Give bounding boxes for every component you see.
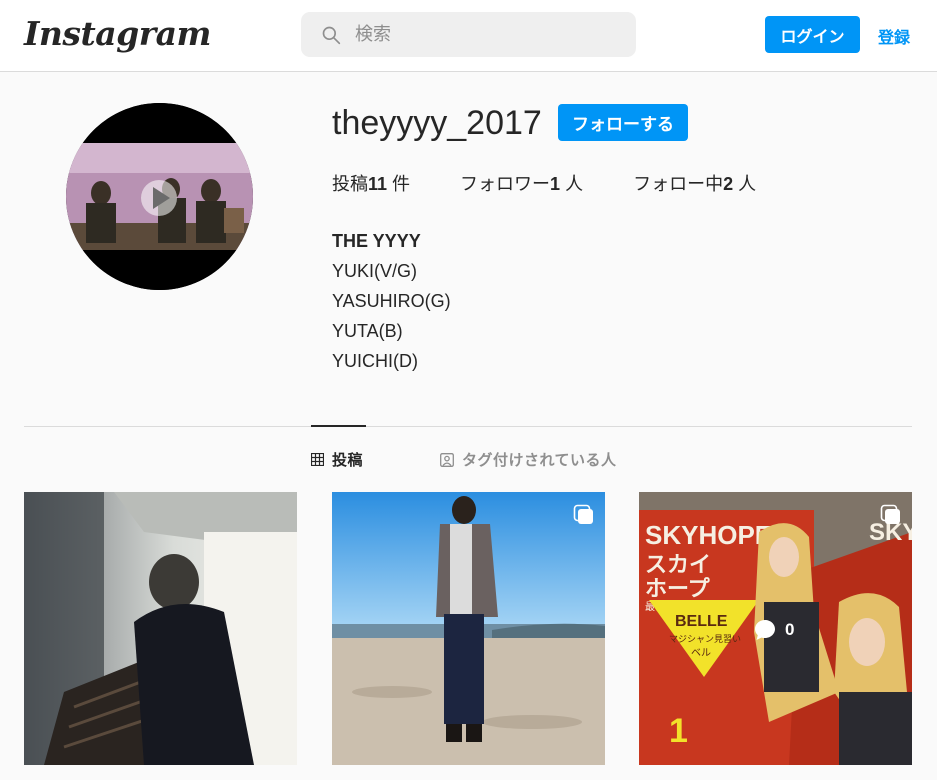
carousel-icon xyxy=(573,504,593,524)
bio-full-name: THE YYYY xyxy=(332,231,421,251)
book-cover-kana-1: スカイ xyxy=(645,553,711,578)
grid-icon xyxy=(311,453,324,466)
book-cover-belle-subtitle: マジシャン見習い xyxy=(669,634,741,645)
active-tab-indicator xyxy=(311,425,366,427)
posts-stat-value: 11 xyxy=(368,174,388,194)
tab-posts-label: 投稿 xyxy=(332,452,364,469)
comment-count-overlay: 0 xyxy=(753,618,794,642)
post-thumbnail[interactable]: SKYHOPE スカイ ホープ 最後の飛行 BELLE マジシャン見習い ベル … xyxy=(639,492,912,765)
tab-posts[interactable]: 投稿 xyxy=(311,449,363,470)
comment-icon xyxy=(755,620,775,640)
book-cover-title: SKYHOPE xyxy=(645,520,772,550)
following-stat-label: フォロー中 xyxy=(633,174,724,194)
login-button[interactable]: ログイン xyxy=(765,16,860,53)
search-input[interactable] xyxy=(355,12,625,57)
book-cover-belle-name: ベル xyxy=(691,647,711,659)
post-image-beach xyxy=(332,492,605,765)
following-stat-unit: 人 xyxy=(733,174,757,194)
top-navigation-bar: Instagram ログイン 登録 xyxy=(0,0,937,72)
posts-stat-unit: 件 xyxy=(387,174,411,194)
comment-count: 0 xyxy=(785,620,795,639)
profile-username: theyyyy_2017 xyxy=(332,104,542,142)
followers-stat-label: フォロワー xyxy=(460,174,551,194)
tab-tagged-label: タグ付けされている人 xyxy=(462,452,617,469)
follow-button[interactable]: フォローする xyxy=(558,104,688,141)
tabs-divider xyxy=(24,426,912,427)
book-cover-kana-2: ホープ xyxy=(645,577,711,602)
profile-stats: 投稿11 件 フォロワー1 人 フォロー中2 人 xyxy=(332,170,806,196)
carousel-icon xyxy=(880,504,900,524)
bio-line: YUKI(V/G) xyxy=(332,261,418,281)
post-thumbnail[interactable] xyxy=(24,492,297,765)
followers-count-stat[interactable]: フォロワー1 人 xyxy=(460,170,583,196)
signup-link[interactable]: 登録 xyxy=(878,24,910,48)
book-cover-volume: 1 xyxy=(669,712,688,750)
post-thumbnail[interactable] xyxy=(332,492,605,765)
posts-count-stat: 投稿11 件 xyxy=(332,170,410,196)
bio-line: YUTA(B) xyxy=(332,321,403,341)
bio-line: YASUHIRO(G) xyxy=(332,291,451,311)
tab-tagged[interactable]: タグ付けされている人 xyxy=(440,449,617,470)
avatar-video-thumbnail xyxy=(66,103,253,290)
post-image-staircase xyxy=(24,492,297,765)
following-stat-value: 2 xyxy=(723,174,734,194)
profile-bio: THE YYYY YUKI(V/G) YASUHIRO(G) YUTA(B) Y… xyxy=(332,226,451,376)
following-count-stat[interactable]: フォロー中2 人 xyxy=(633,170,756,196)
tagged-person-icon xyxy=(440,452,454,467)
search-icon xyxy=(322,26,341,45)
search-box[interactable] xyxy=(301,12,636,57)
followers-stat-unit: 人 xyxy=(560,174,584,194)
posts-stat-label: 投稿 xyxy=(332,174,368,194)
profile-avatar[interactable] xyxy=(66,103,253,290)
instagram-logo[interactable]: Instagram xyxy=(24,14,211,53)
bio-line: YUICHI(D) xyxy=(332,351,418,371)
followers-stat-value: 1 xyxy=(550,174,561,194)
book-cover-belle: BELLE xyxy=(675,613,728,630)
